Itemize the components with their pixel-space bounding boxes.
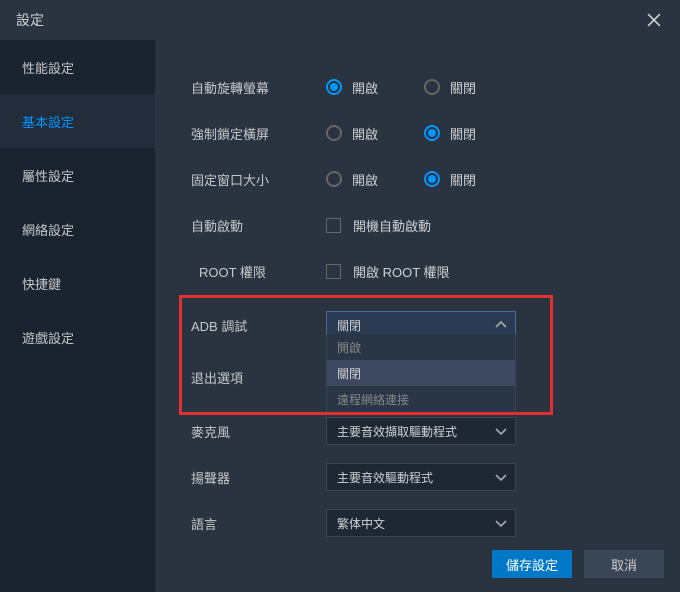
footer: 儲存設定 取消 [492, 550, 664, 578]
checkbox-icon [326, 264, 341, 279]
chevron-down-icon [495, 518, 507, 528]
dropdown-language[interactable]: 繁体中文 [326, 509, 516, 537]
setting-label: 自動旋轉螢幕 [191, 78, 326, 97]
setting-label: 自動啟動 [191, 216, 326, 235]
radio-icon [424, 79, 440, 95]
setting-label: 強制鎖定橫屏 [191, 124, 326, 143]
setting-label: ADB 調試 [191, 316, 326, 335]
radio-icon [326, 171, 342, 187]
dropdown-value: 主要音效擷取驅動程式 [337, 423, 457, 440]
setting-language: 語言 繁体中文 [191, 500, 668, 546]
radio-auto-rotate-on[interactable]: 開啟 [326, 78, 378, 97]
radio-landscape-on[interactable]: 開啟 [326, 124, 378, 143]
setting-label: ROOT 權限 [191, 262, 326, 281]
setting-force-landscape: 強制鎖定橫屏 開啟 關閉 [191, 110, 668, 156]
radio-landscape-off[interactable]: 關閉 [424, 124, 476, 143]
dropdown-list-adb: 開啟 關閉 遠程網絡連接 [326, 334, 516, 413]
setting-fixed-window: 固定窗口大小 開啟 關閉 [191, 156, 668, 202]
setting-label: 退出選項 [191, 368, 326, 387]
radio-fixed-off[interactable]: 關閉 [424, 170, 476, 189]
sidebar-item-label: 快捷鍵 [22, 274, 61, 293]
setting-speaker: 揚聲器 主要音效驅動程式 [191, 454, 668, 500]
radio-fixed-on[interactable]: 開啟 [326, 170, 378, 189]
content-panel: 自動旋轉螢幕 開啟 關閉 強制鎖定橫屏 開啟 關閉 固定窗口大小 開啟 關閉 [155, 40, 680, 592]
checkbox-icon [326, 218, 341, 233]
sidebar: 性能設定 基本設定 屬性設定 網絡設定 快捷鍵 遊戲設定 [0, 40, 155, 592]
radio-icon [326, 125, 342, 141]
dropdown-option[interactable]: 關閉 [327, 360, 515, 386]
sidebar-item-basic[interactable]: 基本設定 [0, 94, 155, 148]
sidebar-item-shortcuts[interactable]: 快捷鍵 [0, 256, 155, 310]
dropdown-option[interactable]: 開啟 [327, 334, 515, 360]
sidebar-item-performance[interactable]: 性能設定 [0, 40, 155, 94]
dialog-title: 設定 [16, 10, 44, 30]
setting-label: 語言 [191, 514, 326, 533]
cancel-button[interactable]: 取消 [584, 550, 664, 578]
radio-icon [326, 79, 342, 95]
dropdown-speaker[interactable]: 主要音效驅動程式 [326, 463, 516, 491]
chevron-up-icon [495, 320, 507, 330]
setting-label: 固定窗口大小 [191, 170, 326, 189]
sidebar-item-game[interactable]: 遊戲設定 [0, 310, 155, 364]
setting-root: ROOT 權限 開啟 ROOT 權限 [191, 248, 668, 294]
checkbox-auto-start[interactable]: 開機自動啟動 [326, 216, 431, 235]
sidebar-item-label: 遊戲設定 [22, 328, 74, 347]
dropdown-value: 關閉 [337, 317, 361, 334]
chevron-down-icon [495, 426, 507, 436]
sidebar-item-label: 網絡設定 [22, 220, 74, 239]
settings-dialog: 設定 性能設定 基本設定 屬性設定 網絡設定 快捷鍵 遊戲設定 自動旋轉螢幕 開… [0, 0, 680, 592]
dialog-body: 性能設定 基本設定 屬性設定 網絡設定 快捷鍵 遊戲設定 自動旋轉螢幕 開啟 關… [0, 40, 680, 592]
dropdown-option[interactable]: 遠程網絡連接 [327, 386, 515, 412]
setting-label: 麥克風 [191, 422, 326, 441]
close-icon[interactable] [644, 10, 664, 30]
setting-auto-start: 自動啟動 開機自動啟動 [191, 202, 668, 248]
radio-icon [424, 125, 440, 141]
dropdown-microphone[interactable]: 主要音效擷取驅動程式 [326, 417, 516, 445]
setting-microphone: 麥克風 主要音效擷取驅動程式 [191, 408, 668, 454]
radio-icon [424, 171, 440, 187]
sidebar-item-label: 屬性設定 [22, 166, 74, 185]
chevron-down-icon [495, 472, 507, 482]
radio-auto-rotate-off[interactable]: 關閉 [424, 78, 476, 97]
sidebar-item-network[interactable]: 網絡設定 [0, 202, 155, 256]
titlebar: 設定 [0, 0, 680, 40]
sidebar-item-properties[interactable]: 屬性設定 [0, 148, 155, 202]
sidebar-item-label: 基本設定 [22, 112, 74, 131]
save-button[interactable]: 儲存設定 [492, 550, 572, 578]
setting-label: 揚聲器 [191, 468, 326, 487]
dropdown-value: 繁体中文 [337, 515, 385, 532]
checkbox-root[interactable]: 開啟 ROOT 權限 [326, 262, 450, 281]
dropdown-value: 主要音效驅動程式 [337, 469, 433, 486]
sidebar-item-label: 性能設定 [22, 58, 74, 77]
setting-auto-rotate: 自動旋轉螢幕 開啟 關閉 [191, 64, 668, 110]
